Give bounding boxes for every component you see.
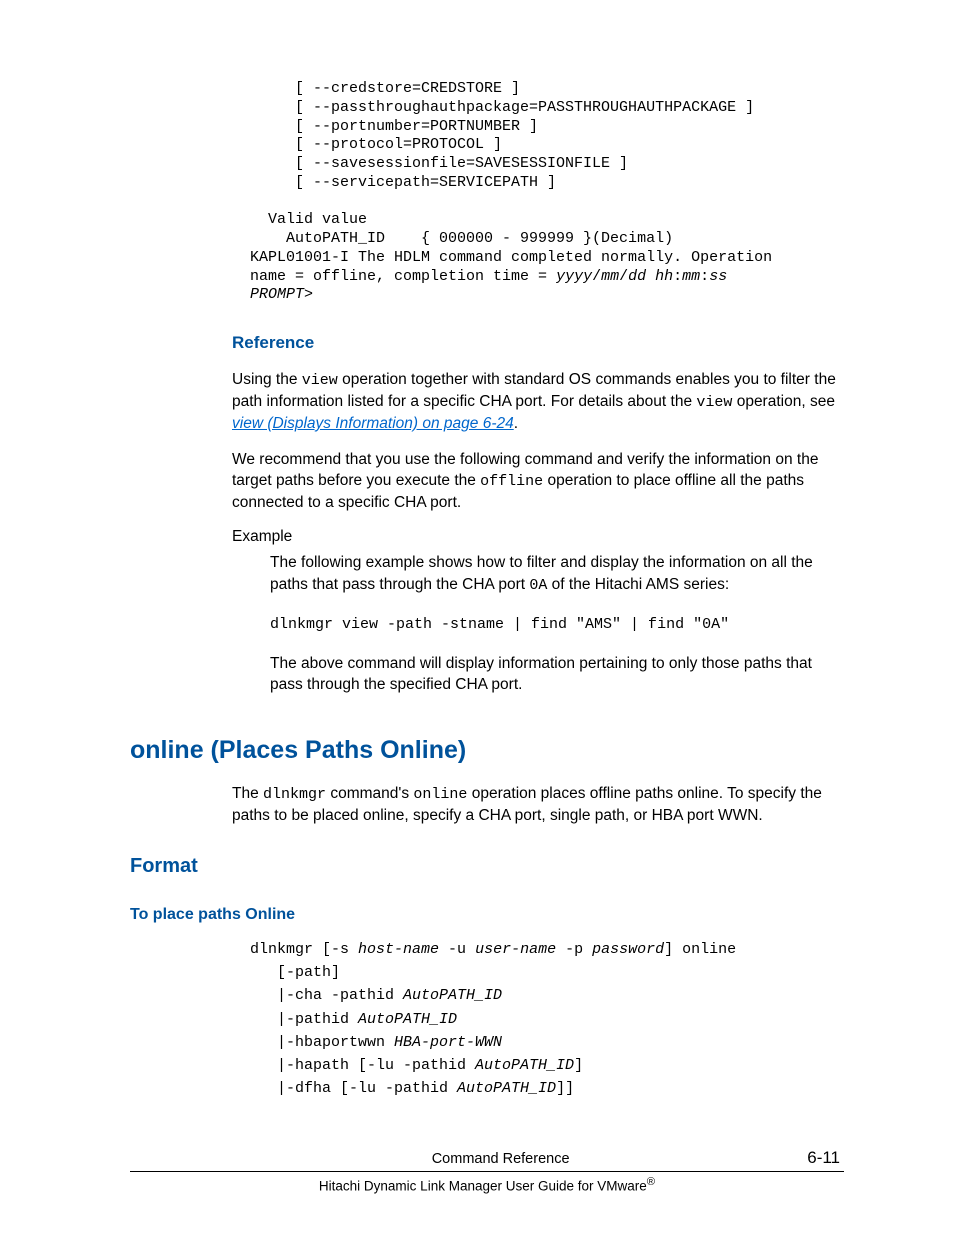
code-ital: host-name <box>358 941 439 958</box>
view-displays-link[interactable]: view (Displays Information) on page 6-24 <box>232 415 514 432</box>
code-text: [ --credstore=CREDSTORE ] [ --passthroug… <box>250 80 772 285</box>
inline-code-view: view <box>302 372 338 389</box>
footer-section-title: Command Reference <box>194 1151 807 1167</box>
code-text: dlnkmgr [-s <box>250 941 358 958</box>
code-block-view: dlnkmgr view -path -stname | find "AMS" … <box>270 614 844 635</box>
text: . <box>514 415 518 432</box>
format-heading: Format <box>130 855 844 878</box>
online-paragraph: The dlnkmgr command's online operation p… <box>232 783 844 827</box>
code-ital: AutoPATH_ID <box>403 987 502 1004</box>
footer-page-number: 6-11 <box>807 1148 840 1168</box>
page-container: [ --credstore=CREDSTORE ] [ --passthroug… <box>0 0 954 1235</box>
code-text: |-pathid <box>250 1011 358 1028</box>
text: operation, see <box>732 393 835 410</box>
text: Using the <box>232 371 302 388</box>
code-ital: AutoPATH_ID <box>457 1080 556 1097</box>
footer-top-row: Command Reference 6-11 <box>130 1148 844 1172</box>
text: The <box>232 785 263 802</box>
example-paragraph-1: The following example shows how to filte… <box>270 552 844 596</box>
code-ital: HBA-port-WWN <box>394 1034 502 1051</box>
inline-code-online: online <box>413 786 467 803</box>
code-ital: yyyy <box>556 268 592 285</box>
code-text: ]] <box>556 1080 574 1097</box>
footer-doc-text: Hitachi Dynamic Link Manager User Guide … <box>319 1178 647 1193</box>
reference-paragraph-2: We recommend that you use the following … <box>232 449 844 514</box>
inline-code-dlnkmgr: dlnkmgr <box>263 786 326 803</box>
code-block-format: dlnkmgr [-s host-name -u user-name -p pa… <box>250 938 844 1101</box>
inline-code-view: view <box>696 394 732 411</box>
footer-doc-title: Hitachi Dynamic Link Manager User Guide … <box>130 1172 844 1194</box>
code-ital: AutoPATH_ID <box>475 1057 574 1074</box>
registered-mark: ® <box>647 1176 655 1188</box>
text: command's <box>326 785 413 802</box>
code-text: |-cha -pathid <box>250 987 403 1004</box>
code-ital: user-name <box>475 941 556 958</box>
code-sep: : <box>673 268 682 285</box>
code-sep: / <box>619 268 628 285</box>
code-text: -u <box>439 941 475 958</box>
code-block-top: [ --credstore=CREDSTORE ] [ --passthroug… <box>250 80 844 305</box>
online-heading: online (Places Paths Online) <box>130 736 844 765</box>
code-sep: / <box>592 268 601 285</box>
code-ital: mm <box>601 268 619 285</box>
code-sep: : <box>700 268 709 285</box>
code-text: [-path] <box>250 964 340 981</box>
code-ital: ss <box>709 268 727 285</box>
code-text: ] <box>574 1057 583 1074</box>
example-paragraph-2: The above command will display informati… <box>270 653 844 696</box>
code-text: |-hapath [-lu -pathid <box>250 1057 475 1074</box>
code-text: -p <box>556 941 592 958</box>
example-label: Example <box>232 528 844 546</box>
code-prompt: PROMPT <box>250 286 304 303</box>
code-text: ] online <box>664 941 736 958</box>
page-footer: Command Reference 6-11 Hitachi Dynamic L… <box>130 1148 844 1194</box>
reference-paragraph-1: Using the view operation together with s… <box>232 369 844 435</box>
code-ital: AutoPATH_ID <box>358 1011 457 1028</box>
inline-code-offline: offline <box>480 473 543 490</box>
inline-code-0a: 0A <box>529 577 547 594</box>
code-gt: > <box>304 286 313 303</box>
reference-heading: Reference <box>232 333 844 353</box>
code-ital: mm <box>682 268 700 285</box>
place-online-heading: To place paths Online <box>130 906 844 924</box>
code-text: |-dfha [-lu -pathid <box>250 1080 457 1097</box>
code-text: |-hbaportwwn <box>250 1034 394 1051</box>
code-ital: dd hh <box>628 268 673 285</box>
code-ital: password <box>592 941 664 958</box>
text: of the Hitachi AMS series: <box>547 576 729 593</box>
